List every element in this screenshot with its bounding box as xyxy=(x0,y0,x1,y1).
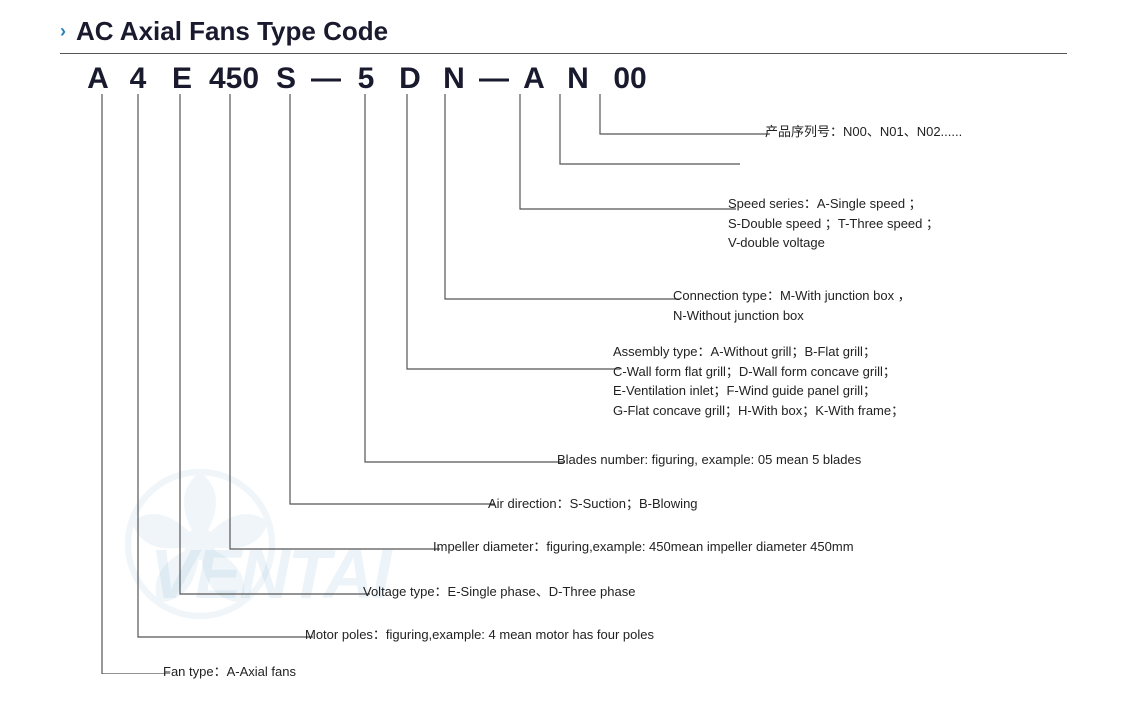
desc-voltage-type: Voltage type：E-Single phase、D-Three phas… xyxy=(363,582,635,602)
page-container: › AC Axial Fans Type Code A 4 E 450 S — … xyxy=(0,0,1127,711)
desc-blades-number: Blades number: figuring, example: 05 mea… xyxy=(557,450,861,470)
code-D: D xyxy=(392,64,428,94)
desc-fan-type: Fan type：A-Axial fans xyxy=(163,662,296,682)
code-dash1: — xyxy=(308,64,344,94)
code-00: 00 xyxy=(604,64,656,94)
code-A2: A xyxy=(516,64,552,94)
title-section: › AC Axial Fans Type Code xyxy=(60,16,1067,47)
code-450: 450 xyxy=(208,64,260,94)
desc-impeller-diameter: Impeller diameter：figuring,example: 450m… xyxy=(433,537,854,557)
code-N: N xyxy=(436,64,472,94)
title-divider xyxy=(60,53,1067,54)
page-title: AC Axial Fans Type Code xyxy=(76,16,388,47)
desc-product-series: 产品序列号：N00、N01、N02...... xyxy=(765,122,962,142)
desc-speed-series: Speed series：A-Single speed ； S-Double s… xyxy=(728,194,939,253)
code-5: 5 xyxy=(348,64,384,94)
code-dash2: — xyxy=(476,64,512,94)
code-A: A xyxy=(80,64,116,94)
desc-air-direction: Air direction：S-Suction；B-Blowing xyxy=(488,494,698,514)
title-chevron-icon: › xyxy=(60,21,66,42)
code-4: 4 xyxy=(120,64,156,94)
diagram-area: VENTAI .line { stroke: #555; stroke-widt… xyxy=(70,94,1090,674)
desc-assembly-type: Assembly type：A-Without grill；B-Flat gri… xyxy=(613,342,904,420)
type-code-row: A 4 E 450 S — 5 D N — A N 00 xyxy=(80,64,1067,94)
code-S: S xyxy=(268,64,304,94)
desc-motor-poles: Motor poles：figuring,example: 4 mean mot… xyxy=(305,625,654,645)
code-E: E xyxy=(164,64,200,94)
desc-connection-type: Connection type：M-With junction box ， N-… xyxy=(673,286,911,325)
code-N2: N xyxy=(560,64,596,94)
